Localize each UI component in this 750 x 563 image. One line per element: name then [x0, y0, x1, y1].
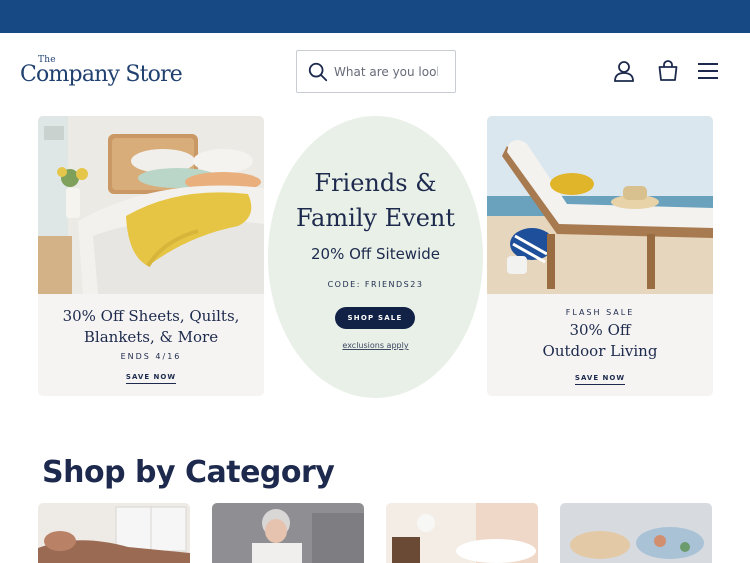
account-icon[interactable] — [612, 59, 636, 83]
search-icon[interactable] — [307, 61, 329, 83]
event-title-line2: Family Event — [295, 204, 455, 232]
outdoor-lounger-photo — [487, 116, 713, 294]
bedding-offer-line2: Blankets, & More — [83, 328, 219, 346]
category-tile-2[interactable] — [212, 503, 364, 563]
outdoor-save-now-link[interactable]: SAVE NOW — [574, 374, 626, 385]
promo-card-outdoor[interactable]: FLASH SALE 30% Off Outdoor Living SAVE N… — [487, 116, 713, 396]
event-title-line1: Friends & — [314, 169, 437, 197]
bedding-ends-date: ENDS 4/16 — [120, 352, 182, 361]
outdoor-offer-line1: 30% Off — [569, 321, 631, 339]
category-tile-4[interactable] — [560, 503, 712, 563]
event-subtitle: 20% Off Sitewide — [310, 245, 440, 263]
cart-icon[interactable] — [656, 59, 680, 83]
bedding-photo — [38, 116, 264, 294]
category-tile-3[interactable] — [386, 503, 538, 563]
search-box[interactable] — [296, 50, 456, 93]
category-tile-1[interactable] — [38, 503, 190, 563]
promo-card-bedding-text: 30% Off Sheets, Quilts, Blankets, & More… — [38, 294, 264, 384]
outdoor-offer-line2: Outdoor Living — [542, 342, 658, 360]
friends-family-event-oval: Friends & Family Event 20% Off Sitewide … — [268, 116, 483, 398]
search-input[interactable] — [334, 63, 438, 81]
menu-icon[interactable] — [696, 59, 720, 83]
bedding-save-now-link[interactable]: SAVE NOW — [125, 373, 177, 384]
shop-by-category-heading: Shop by Category — [42, 455, 335, 490]
event-title: Friends & Family Event — [268, 166, 483, 236]
promo-card-bedding[interactable]: 30% Off Sheets, Quilts, Blankets, & More… — [38, 116, 264, 396]
bedding-offer-line1: 30% Off Sheets, Quilts, — [62, 307, 240, 325]
promo-top-bar — [0, 0, 750, 33]
logo-name-text: Company Store — [20, 62, 183, 87]
flash-sale-eyebrow: FLASH SALE — [565, 308, 635, 317]
shop-sale-button[interactable]: SHOP SALE — [335, 307, 415, 329]
site-header: The Company Store — [0, 33, 750, 111]
promo-card-outdoor-text: FLASH SALE 30% Off Outdoor Living SAVE N… — [487, 294, 713, 385]
promo-code: CODE: FRIENDS23 — [327, 280, 424, 289]
exclusions-apply-link[interactable]: exclusions apply — [268, 341, 483, 350]
